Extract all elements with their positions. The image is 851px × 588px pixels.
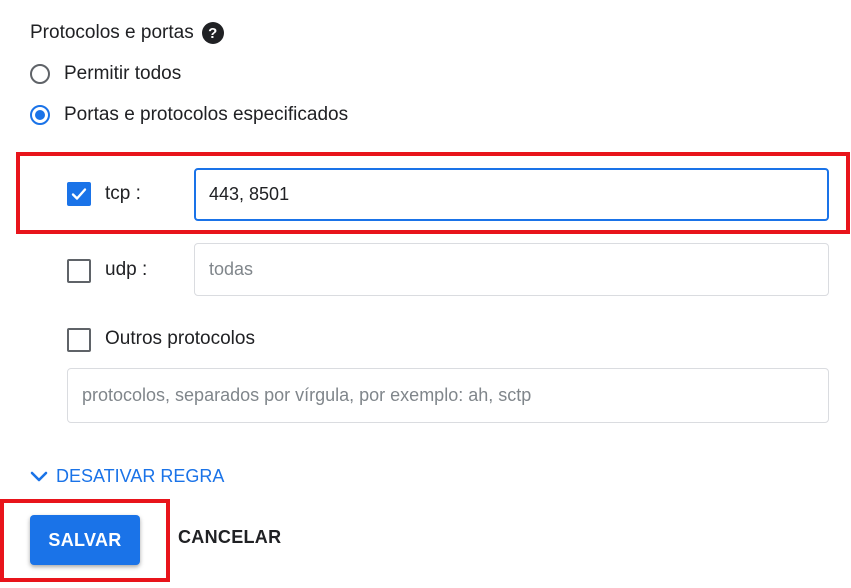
save-button[interactable]: SALVAR [30,515,140,565]
chevron-down-icon [30,471,48,481]
radio-allow-all[interactable]: Permitir todos [30,63,181,85]
check-icon [71,188,87,200]
tcp-ports-value: 443, 8501 [209,184,290,204]
udp-ports-placeholder: todas [209,259,254,279]
disable-rule-link[interactable]: DESATIVAR REGRA [30,466,224,487]
other-protocols-input[interactable]: protocolos, separados por vírgula, por e… [67,368,829,423]
radio-specified-label: Portas e protocolos especificados [64,104,349,125]
other-protocols-label: Outros protocolos [105,328,255,349]
section-header: Protocolos e portas ? [30,22,224,44]
other-protocols-placeholder: protocolos, separados por vírgula, por e… [82,385,532,405]
radio-specified-control[interactable] [30,105,50,125]
tcp-label: tcp : [105,183,141,204]
tcp-checkbox[interactable] [67,182,91,206]
other-protocols-checkbox[interactable] [67,328,91,352]
firewall-protocols-panel: Protocolos e portas ? Permitir todos Por… [0,0,851,588]
udp-label: udp : [105,259,148,280]
help-icon[interactable]: ? [201,22,224,44]
udp-ports-input[interactable]: todas [194,243,829,296]
radio-specified[interactable]: Portas e protocolos especificados [30,104,348,126]
section-title: Protocolos e portas [30,22,194,43]
radio-allow-all-label: Permitir todos [64,63,182,84]
tcp-ports-input[interactable]: 443, 8501 [194,168,829,221]
udp-checkbox[interactable] [67,259,91,283]
disable-rule-label: DESATIVAR REGRA [56,466,225,486]
radio-allow-all-control[interactable] [30,64,50,84]
cancel-button[interactable]: CANCELAR [178,527,281,548]
